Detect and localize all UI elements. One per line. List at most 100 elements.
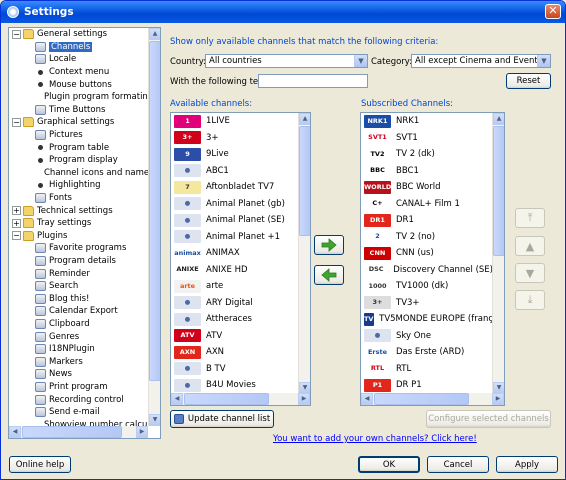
tree-item[interactable]: Pictures	[9, 129, 149, 142]
tree-horizontal-scrollbar[interactable]: ◀ ▶	[9, 426, 148, 438]
subscribed-scroll-thumb[interactable]	[493, 126, 504, 256]
subscribed-hscroll[interactable]: ◀ ▶	[361, 393, 504, 405]
tree-item[interactable]: I18NPlugin	[9, 343, 149, 356]
channel-row[interactable]: TV5 TV5MONDE EUROPE (franç	[361, 311, 493, 328]
tree-item[interactable]: Mouse buttons	[9, 78, 149, 91]
add-own-channels-link[interactable]: You want to add your own channels? Click…	[273, 434, 477, 444]
channel-row[interactable]: DR1 DR1	[361, 212, 493, 229]
channel-row[interactable]: ● Animal Planet +1	[171, 229, 299, 246]
scroll-left-icon[interactable]: ◀	[361, 393, 373, 405]
expand-icon[interactable]: +	[12, 206, 21, 216]
scroll-up-icon[interactable]: ▲	[149, 28, 160, 40]
channel-row[interactable]: arte arte	[171, 278, 299, 295]
tree-item[interactable]: News	[9, 368, 149, 381]
scroll-up-icon[interactable]: ▲	[493, 113, 504, 125]
channel-row[interactable]: 2 TV 2 (no)	[361, 229, 493, 246]
scroll-left-icon[interactable]: ◀	[9, 426, 21, 438]
channel-row[interactable]: AXN AXN	[171, 344, 299, 361]
channel-row[interactable]: animax ANIMAX	[171, 245, 299, 262]
channel-row[interactable]: 3+ TV3+	[361, 295, 493, 312]
close-button[interactable]: ✕	[545, 4, 561, 19]
channel-row[interactable]: ● Animal Planet (SE)	[171, 212, 299, 229]
collapse-icon[interactable]: −	[12, 231, 21, 241]
channel-row[interactable]: ● Animal Planet (gb)	[171, 196, 299, 213]
tree-scroll-thumb[interactable]	[149, 41, 160, 381]
remove-channel-button[interactable]	[314, 265, 344, 285]
subscribed-hscroll-thumb[interactable]	[374, 393, 469, 405]
tree-item[interactable]: Program display	[9, 154, 149, 167]
channel-row[interactable]: ● Sky One	[361, 328, 493, 345]
channel-row[interactable]: 9 9Live	[171, 146, 299, 163]
tree-item[interactable]: Program table	[9, 141, 149, 154]
tree-item[interactable]: Calendar Export	[9, 305, 149, 318]
available-hscroll[interactable]: ◀ ▶	[171, 393, 310, 405]
channel-row[interactable]: ● B4U Movies	[171, 377, 299, 394]
tree-item[interactable]: Clipboard	[9, 318, 149, 331]
reset-button[interactable]: Reset	[506, 73, 551, 89]
tree-item[interactable]: + Tray settings	[9, 217, 149, 230]
available-hscroll-thumb[interactable]	[184, 393, 269, 405]
move-top-button[interactable]: ⤒	[515, 208, 545, 228]
scroll-right-icon[interactable]: ▶	[492, 393, 504, 405]
move-up-button[interactable]: ▲	[515, 236, 545, 256]
tree-item[interactable]: − Graphical settings	[9, 116, 149, 129]
tree-hscroll-thumb[interactable]	[22, 426, 122, 438]
add-channel-button[interactable]	[314, 235, 344, 255]
tree-vertical-scrollbar[interactable]: ▲ ▼	[148, 28, 160, 426]
ok-button[interactable]: OK	[358, 456, 420, 473]
tree-item[interactable]: Plugin program formating	[9, 91, 149, 104]
tree-item[interactable]: Locale	[9, 53, 149, 66]
channel-row[interactable]: WORLD BBC World	[361, 179, 493, 196]
tree-item[interactable]: Channel icons and names	[9, 167, 149, 180]
text-filter-input[interactable]	[258, 74, 368, 88]
tree-item[interactable]: Context menu	[9, 66, 149, 79]
tree-item[interactable]: Recording control	[9, 393, 149, 406]
tree-item[interactable]: Genres	[9, 330, 149, 343]
subscribed-channels-list[interactable]: NRK1 NRK1 SVT1 SVT1 TV2 TV 2 (dk) BBC BBC1 WORLD…	[360, 112, 505, 406]
expand-icon[interactable]: +	[12, 218, 21, 228]
apply-button[interactable]: Apply	[496, 456, 558, 473]
tree-item[interactable]: − Plugins	[9, 230, 149, 243]
channel-row[interactable]: CNN CNN (us)	[361, 245, 493, 262]
tree-item[interactable]: Favorite programs	[9, 242, 149, 255]
channel-row[interactable]: Erste Das Erste (ARD)	[361, 344, 493, 361]
channel-row[interactable]: SVT1 SVT1	[361, 130, 493, 147]
channel-row[interactable]: ● ABC1	[171, 163, 299, 180]
channel-row[interactable]: ● Attheraces	[171, 311, 299, 328]
cancel-button[interactable]: Cancel	[427, 456, 489, 473]
scroll-down-icon[interactable]: ▼	[149, 414, 160, 426]
collapse-icon[interactable]: −	[12, 29, 21, 39]
channel-row[interactable]: 1 1LIVE	[171, 113, 299, 130]
channel-row[interactable]: 7 Aftonbladet TV7	[171, 179, 299, 196]
scroll-right-icon[interactable]: ▶	[298, 393, 310, 405]
channel-row[interactable]: 1000 TV1000 (dk)	[361, 278, 493, 295]
channel-row[interactable]: ● ARY Digital	[171, 295, 299, 312]
tree-item[interactable]: Reminder	[9, 267, 149, 280]
tree-item[interactable]: + Technical settings	[9, 204, 149, 217]
tree-item[interactable]: Showview number calculat	[9, 418, 149, 426]
tree-item[interactable]: Time Buttons	[9, 104, 149, 117]
subscribed-vscroll[interactable]: ▲ ▼	[492, 113, 504, 394]
configure-selected-channels-button[interactable]: Configure selected channels	[426, 410, 551, 428]
scroll-right-icon[interactable]: ▶	[136, 426, 148, 438]
available-vscroll[interactable]: ▲ ▼	[298, 113, 310, 394]
channel-row[interactable]: RTL RTL	[361, 361, 493, 378]
move-down-button[interactable]: ▼	[515, 263, 545, 283]
tree-item[interactable]: Fonts	[9, 192, 149, 205]
channel-row[interactable]: TV2 TV 2 (dk)	[361, 146, 493, 163]
channel-row[interactable]: BBC BBC1	[361, 163, 493, 180]
available-scroll-thumb[interactable]	[299, 126, 310, 236]
tree-item[interactable]: Print program	[9, 381, 149, 394]
category-select[interactable]: All except Cinema and Events ▼	[411, 54, 551, 68]
tree-item[interactable]: Markers	[9, 355, 149, 368]
tree-item[interactable]: − General settings	[9, 28, 149, 41]
tree-item[interactable]: Highlighting	[9, 179, 149, 192]
tree-item[interactable]: Channels	[9, 41, 149, 54]
channel-row[interactable]: ANIXE ANIXE HD	[171, 262, 299, 279]
country-select[interactable]: All countries ▼	[205, 54, 368, 68]
available-channels-list[interactable]: 1 1LIVE 3+ 3+ 9 9Live ● ABC1 7 Aftonbladet TV7 ● An…	[170, 112, 311, 406]
scroll-left-icon[interactable]: ◀	[171, 393, 183, 405]
tree-item[interactable]: Blog this!	[9, 292, 149, 305]
tree-item[interactable]: Send e-mail	[9, 406, 149, 419]
channel-row[interactable]: NRK1 NRK1	[361, 113, 493, 130]
